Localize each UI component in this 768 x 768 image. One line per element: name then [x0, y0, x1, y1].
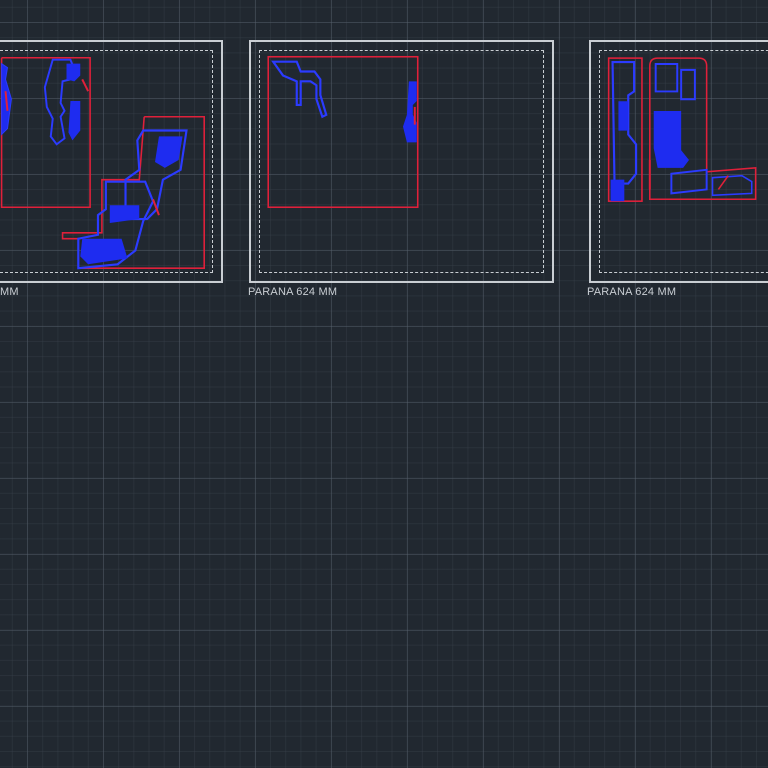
furniture-block: [271, 60, 328, 119]
furniture-block: [68, 101, 81, 141]
sheet-2-drawing: [267, 55, 419, 209]
sheet-2-label: PARANA 624 MM: [248, 286, 338, 298]
furniture-block: [680, 68, 696, 101]
sheet-3-drawing: [607, 57, 757, 202]
furniture-block: [711, 174, 753, 197]
furniture-block: [109, 205, 140, 223]
furniture-block: [670, 168, 708, 195]
furniture-block: [654, 63, 679, 93]
layout-sheet-1[interactable]: [0, 40, 223, 283]
furniture-block: [155, 136, 183, 168]
furniture-block: [618, 101, 629, 131]
sheet-1-drawing: [0, 56, 205, 270]
furniture-block: [653, 111, 689, 168]
furniture-block: [80, 238, 128, 265]
furniture-block: [66, 63, 81, 82]
drawing-canvas[interactable]: MM PARANA 624 MM PARANA 624 MM: [0, 0, 768, 768]
sheet-3-label: PARANA 624 MM: [587, 286, 677, 298]
furniture-block: [610, 179, 625, 202]
sheet-1-label: MM: [0, 286, 19, 298]
layout-sheet-3[interactable]: [589, 40, 768, 283]
red-marker: [81, 78, 90, 92]
layout-sheet-2[interactable]: [249, 40, 554, 283]
